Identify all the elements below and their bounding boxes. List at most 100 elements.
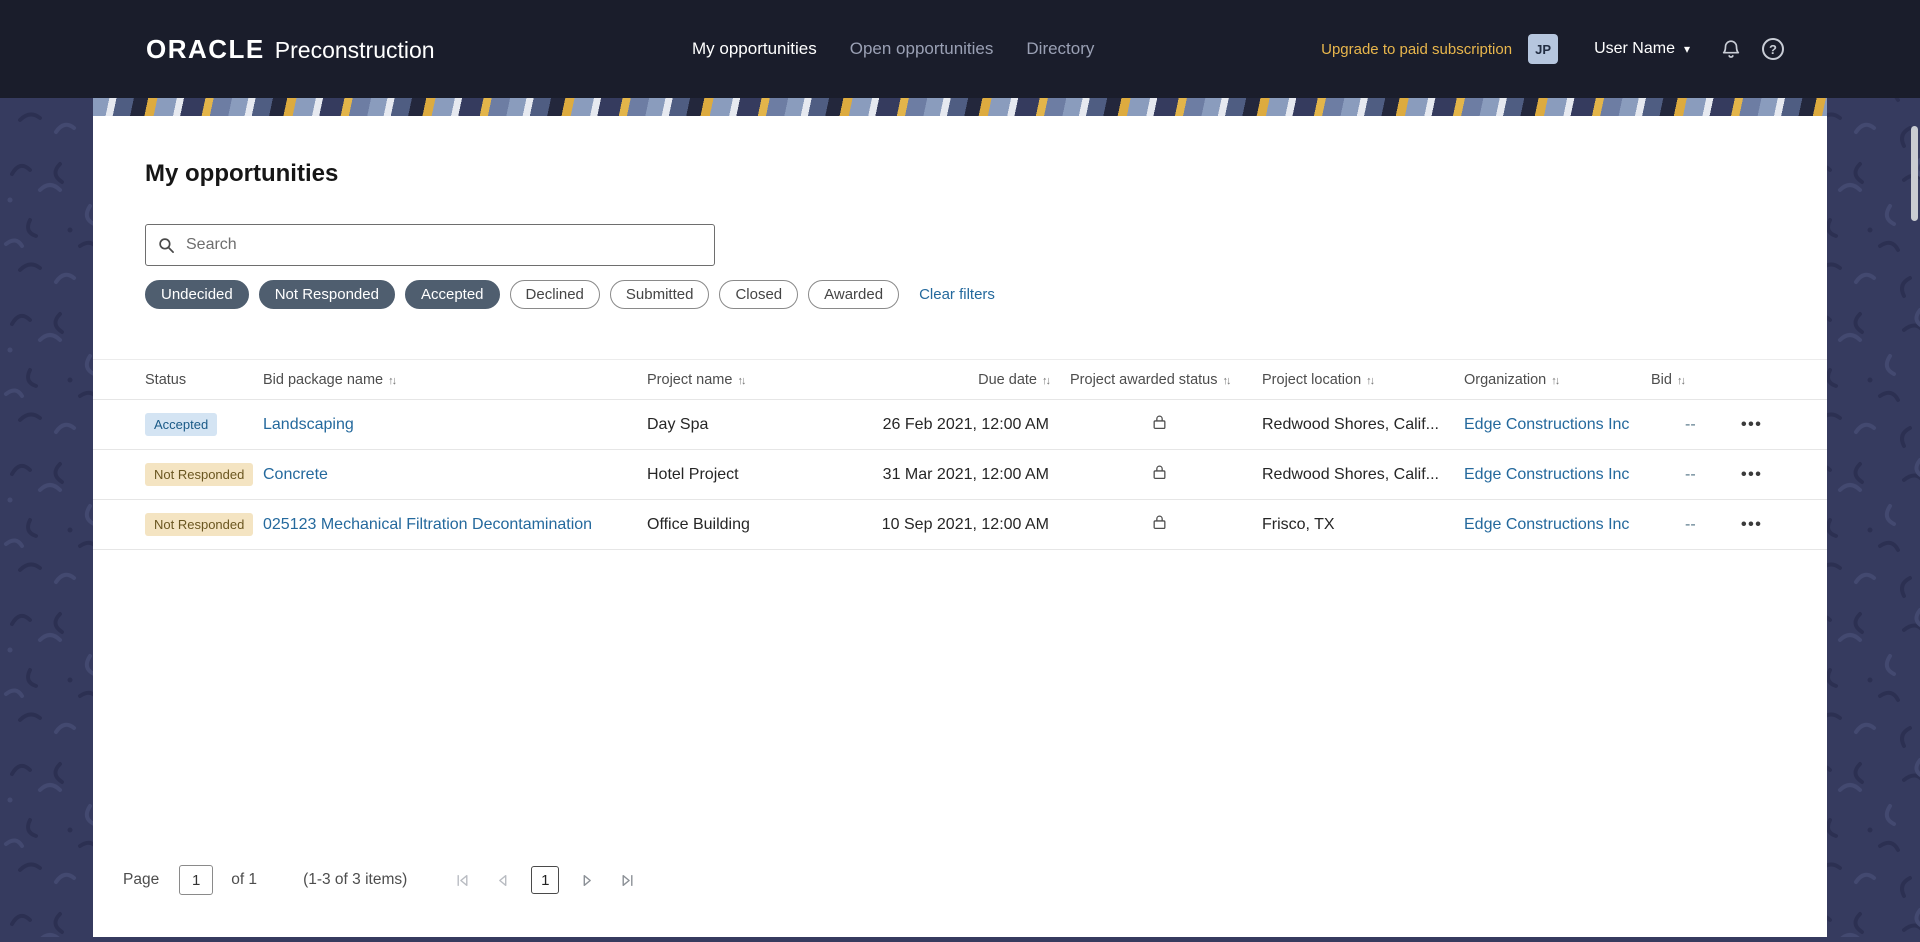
first-page-button[interactable] [451,869,474,892]
prev-page-icon [499,874,507,886]
bid-value: -- [1685,515,1696,533]
brand-logo: ORACLE Preconstruction [146,34,435,65]
organization-link[interactable]: Edge Constructions Inc [1464,466,1629,483]
organization-cell: Edge Constructions Inc [1464,499,1651,550]
page-input[interactable] [179,865,214,895]
table-header-row: Status Bid package name ↑↓ Project name ↑↓… [93,359,1827,400]
bell-icon [1722,40,1740,58]
column-header-actions [1711,359,1827,400]
due-date-cell: 10 Sep 2021, 12:00 AM [847,499,1057,550]
page-label: Page [123,871,160,888]
clear-filters-link[interactable]: Clear filters [919,286,995,303]
column-header-due-date[interactable]: Due date ↑↓ [847,359,1057,400]
due-date-cell: 26 Feb 2021, 12:00 AM [847,399,1057,450]
bid-cell: -- [1651,449,1711,500]
oracle-logo: ORACLE [146,33,265,64]
help-button[interactable]: ? [1762,38,1784,60]
bid-value: -- [1685,465,1696,483]
avatar[interactable]: JP [1528,34,1559,64]
sort-icon[interactable]: ↑↓ [1551,375,1560,387]
items-count-label: (1-3 of 3 items) [303,871,408,888]
next-page-button[interactable] [576,869,599,892]
column-label: Status [145,371,187,388]
filter-chip-closed[interactable]: Closed [719,280,799,309]
bid-cell: -- [1651,499,1711,550]
awarded-status-cell [1057,449,1262,500]
column-label: Project name [647,371,733,388]
last-page-button[interactable] [616,869,639,892]
status-badge: Accepted [145,413,218,436]
lock-icon [1153,515,1166,530]
row-actions-button[interactable]: ••• [1741,466,1762,484]
sort-icon[interactable]: ↑↓ [737,375,746,387]
first-page-icon [457,874,468,886]
filter-chip-accepted[interactable]: Accepted [404,280,500,309]
page-number-button[interactable]: 1 [531,866,560,894]
nav-open-opportunities[interactable]: Open opportunities [850,39,994,59]
user-menu[interactable]: User Name ▾ [1594,40,1690,58]
table-header: Status Bid package name ↑↓ Project name ↑↓… [93,359,1827,400]
upgrade-link[interactable]: Upgrade to paid subscription [1321,41,1512,58]
lock-icon [1153,415,1166,430]
filter-chip-undecided[interactable]: Undecided [145,280,249,309]
prev-page-button[interactable] [491,869,514,892]
filter-chip-not-responded[interactable]: Not Responded [258,280,395,309]
column-header-project-awarded-status[interactable]: Project awarded status ↑↓ [1057,359,1262,400]
column-label: Project location [1262,371,1362,388]
table-row: Not Responded Concrete Hotel Project 31 … [93,449,1827,500]
next-page-icon [583,874,592,886]
organization-link[interactable]: Edge Constructions Inc [1464,416,1629,433]
column-header-bid-package-name[interactable]: Bid package name ↑↓ [263,359,647,400]
page-title: My opportunities [145,160,339,187]
project-name-cell: Day Spa [647,399,847,450]
row-actions-button[interactable]: ••• [1741,516,1762,534]
sort-icon[interactable]: ↑↓ [1366,375,1375,387]
column-label: Due date [978,371,1037,388]
project-location-cell: Redwood Shores, Calif... [1262,399,1464,450]
awarded-status-cell [1057,399,1262,450]
column-header-project-location[interactable]: Project location ↑↓ [1262,359,1464,400]
bid-package-link[interactable]: Concrete [263,466,328,483]
project-location-cell: Redwood Shores, Calif... [1262,449,1464,500]
status-cell: Not Responded [93,449,263,500]
column-header-project-name[interactable]: Project name ↑↓ [647,359,847,400]
nav-directory[interactable]: Directory [1026,39,1094,59]
bid-cell: -- [1651,399,1711,450]
sort-icon[interactable]: ↑↓ [388,375,397,387]
notifications-button[interactable] [1720,38,1742,60]
search-input[interactable] [184,235,702,255]
user-name-label: User Name [1594,40,1675,57]
column-header-organization[interactable]: Organization ↑↓ [1464,359,1651,400]
row-actions-button[interactable]: ••• [1741,416,1762,434]
sort-icon[interactable]: ↑↓ [1223,375,1232,387]
due-date-cell: 31 Mar 2021, 12:00 AM [847,449,1057,500]
table-body: Accepted Landscaping Day Spa 26 Feb 2021… [93,399,1827,550]
search-icon [159,237,174,253]
filter-chips: Undecided Not Responded Accepted Decline… [145,280,1827,309]
table-row: Accepted Landscaping Day Spa 26 Feb 2021… [93,399,1827,450]
table-row: Not Responded 025123 Mechanical Filtrati… [93,499,1827,550]
bid-package-link[interactable]: Landscaping [263,416,354,433]
column-header-bid[interactable]: Bid ↑↓ [1651,359,1711,400]
actions-cell: ••• [1711,499,1827,550]
last-page-icon [622,874,633,886]
column-label: Organization [1464,371,1547,388]
sort-icon[interactable]: ↑↓ [1042,375,1051,387]
bid-package-link[interactable]: 025123 Mechanical Filtration Decontamina… [263,516,592,533]
product-name: Preconstruction [274,36,435,63]
filter-chip-awarded[interactable]: Awarded [808,280,900,309]
filter-chip-submitted[interactable]: Submitted [609,280,710,309]
project-name-cell: Hotel Project [647,449,847,500]
nav-my-opportunities[interactable]: My opportunities [692,39,817,59]
project-location-cell: Frisco, TX [1262,499,1464,550]
main-content: My opportunities Undecided Not Responded… [93,98,1827,937]
decorative-banner [93,98,1827,116]
filter-chip-declined[interactable]: Declined [509,280,600,309]
organization-link[interactable]: Edge Constructions Inc [1464,516,1629,533]
project-name-cell: Office Building [647,499,847,550]
scrollbar[interactable] [1911,126,1918,221]
header-actions: Upgrade to paid subscription JP User Nam… [1321,34,1784,64]
lock-icon [1153,465,1166,480]
content-card: My opportunities Undecided Not Responded… [93,116,1827,937]
sort-icon[interactable]: ↑↓ [1677,375,1686,387]
